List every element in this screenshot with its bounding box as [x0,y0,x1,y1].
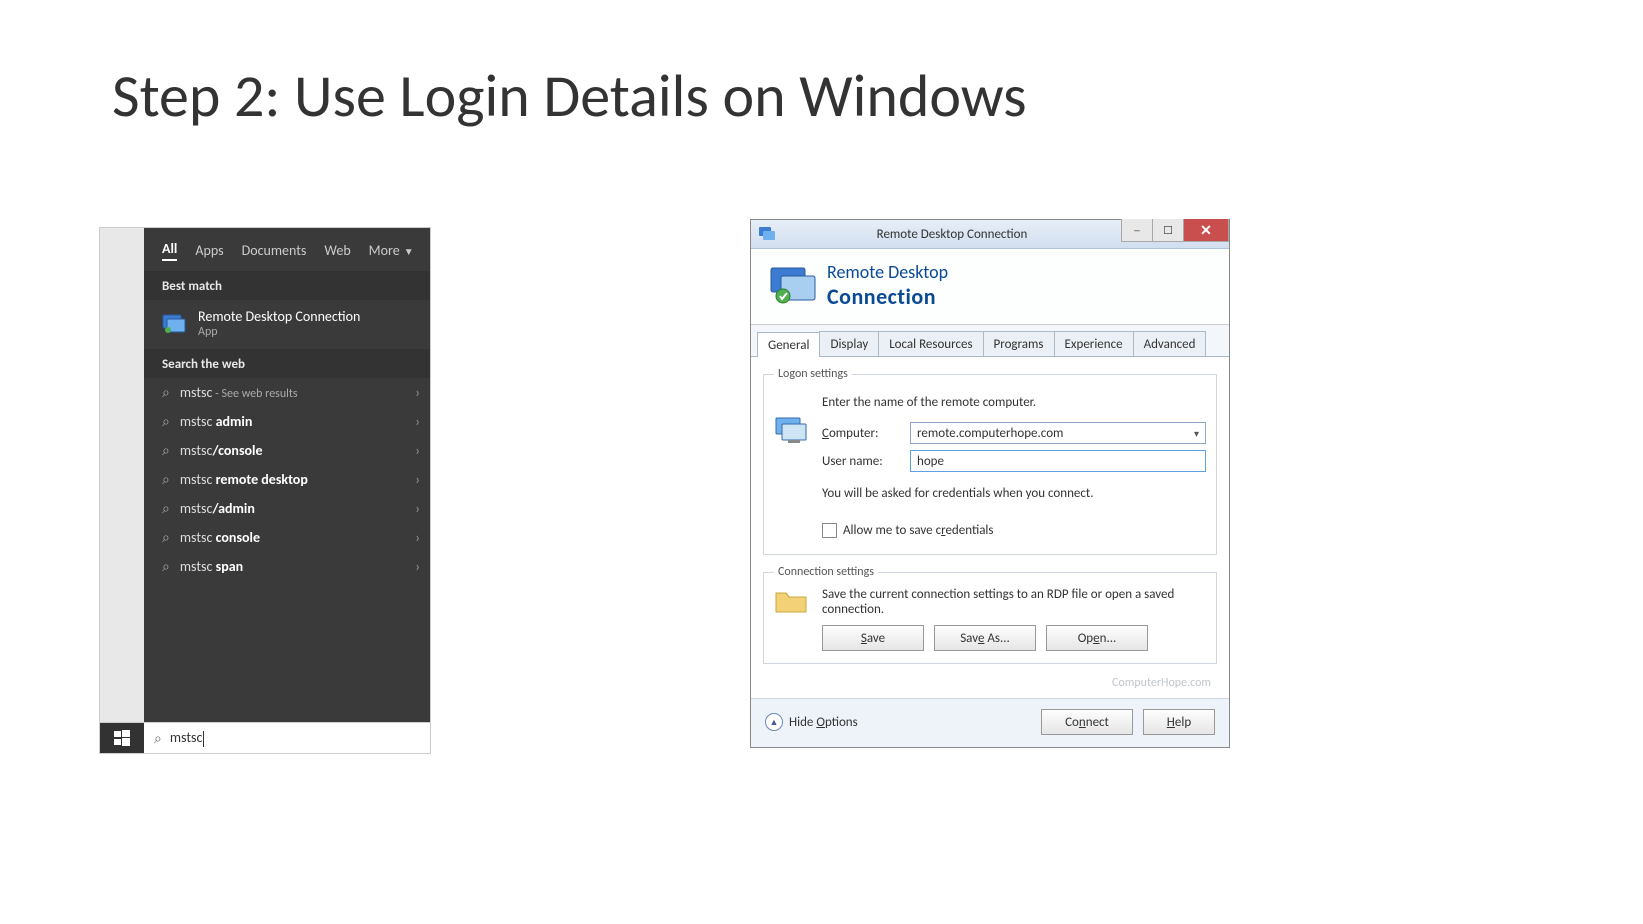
chevron-right-icon: › [415,500,420,517]
search-icon: ⌕ [162,413,170,430]
tab-display[interactable]: Display [819,331,879,356]
best-match-item[interactable]: Remote Desktop Connection App [144,300,430,349]
save-button[interactable]: Save [822,625,924,651]
computer-combo[interactable]: remote.computerhope.com▾ [910,422,1206,444]
windows-icon [114,730,130,746]
search-side-strip: Slide 1 [100,228,144,753]
rdc-header-icon [769,266,817,306]
web-result[interactable]: ⌕mstsc admin› [144,407,430,436]
tab-experience[interactable]: Experience [1054,331,1134,356]
chevron-down-icon: ▼ [404,245,414,258]
rdc-window: Remote Desktop Connection ─ ☐ ✕ Remote D… [750,219,1230,748]
logon-prompt: Enter the name of the remote computer. [822,393,1206,416]
web-result[interactable]: ⌕mstsc/admin› [144,494,430,523]
header-line2: Connection [827,283,948,310]
folder-icon [774,587,814,651]
logon-legend: Logon settings [774,367,852,381]
rdc-titlebar-icon [759,227,775,241]
connection-text: Save the current connection settings to … [822,587,1206,625]
save-as-button[interactable]: Save As... [934,625,1036,651]
close-button[interactable]: ✕ [1183,219,1229,242]
logon-settings-group: Logon settings Enter the name of the rem… [763,367,1217,555]
web-result[interactable]: ⌕mstsc - See web results› [144,378,430,407]
slide-title: Step 2: Use Login Details on Windows [112,60,1027,133]
chevron-down-icon: ▾ [1194,427,1199,440]
tab-documents[interactable]: Documents [242,242,307,259]
chevron-right-icon: › [415,471,420,488]
search-icon: ⌕ [162,384,170,401]
best-match-type: App [198,325,360,339]
connection-settings-group: Connection settings Save the current con… [763,565,1217,664]
search-icon: ⌕ [154,730,162,747]
tab-all[interactable]: All [162,240,177,261]
chevron-right-icon: › [415,558,420,575]
computer-label: Computer: [822,426,902,441]
watermark: ComputerHope.com [763,674,1217,692]
web-result[interactable]: ⌕mstsc remote desktop› [144,465,430,494]
tab-general[interactable]: General [757,332,820,357]
hide-options-button[interactable]: ▲ Hide Options [765,713,858,731]
chevron-right-icon: › [415,442,420,459]
search-icon: ⌕ [162,442,170,459]
best-match-header: Best match [144,271,430,300]
web-result[interactable]: ⌕mstsc/console› [144,436,430,465]
chevron-up-icon: ▲ [765,713,783,731]
best-match-title: Remote Desktop Connection [198,308,360,325]
maximize-button[interactable]: ☐ [1152,219,1184,242]
chevron-right-icon: › [415,413,420,430]
tab-apps[interactable]: Apps [195,242,223,259]
search-input[interactable]: ⌕ mstsc [144,729,430,747]
search-icon: ⌕ [162,529,170,546]
windows-search-panel: Slide 1 All Apps Documents Web More▼ Bes… [99,227,431,754]
web-result[interactable]: ⌕mstsc span› [144,552,430,581]
connect-button[interactable]: Connect [1041,709,1133,735]
web-result[interactable]: ⌕mstsc console› [144,523,430,552]
search-web-header: Search the web [144,349,430,378]
username-label: User name: [822,454,902,469]
allow-save-label: Allow me to save credentials [843,523,993,538]
chevron-right-icon: › [415,384,420,401]
minimize-button[interactable]: ─ [1121,219,1153,242]
rdc-app-icon [162,314,186,334]
help-button[interactable]: Help [1143,709,1215,735]
tab-web[interactable]: Web [324,242,350,259]
start-button[interactable] [100,723,144,753]
titlebar[interactable]: Remote Desktop Connection ─ ☐ ✕ [751,220,1229,249]
allow-save-checkbox[interactable] [822,523,837,538]
tab-more[interactable]: More▼ [369,242,414,259]
credentials-hint: You will be asked for credentials when y… [822,478,1206,501]
search-icon: ⌕ [162,500,170,517]
tab-local-resources[interactable]: Local Resources [878,331,983,356]
search-tabs: All Apps Documents Web More▼ [144,228,430,271]
username-field[interactable]: hope [910,450,1206,472]
search-icon: ⌕ [162,558,170,575]
tab-advanced[interactable]: Advanced [1133,331,1207,356]
search-icon: ⌕ [162,471,170,488]
computer-icon [774,416,814,450]
connection-legend: Connection settings [774,565,878,579]
open-button[interactable]: Open... [1046,625,1148,651]
tab-programs[interactable]: Programs [983,331,1055,356]
chevron-right-icon: › [415,529,420,546]
header-line1: Remote Desktop [827,261,948,283]
rdc-tabs: General Display Local Resources Programs… [751,325,1229,357]
